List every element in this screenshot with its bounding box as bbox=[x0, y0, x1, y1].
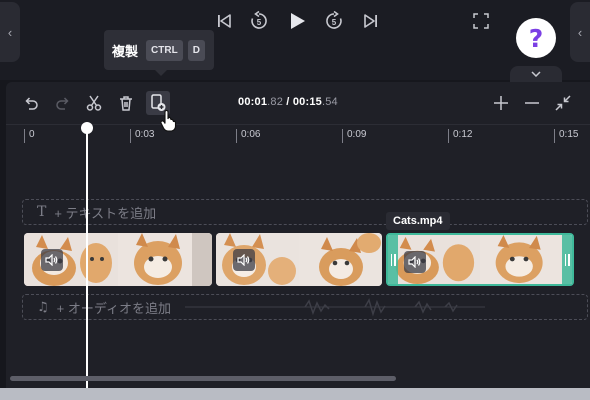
fullscreen-icon[interactable] bbox=[470, 8, 492, 34]
current-time-fraction: .82 bbox=[267, 96, 284, 108]
shortcut-key-d: D bbox=[187, 39, 205, 61]
player-bar: ‹ ‹ 5 5 ? bbox=[0, 0, 590, 82]
redo-icon bbox=[52, 92, 74, 114]
clip-thumbnail bbox=[216, 233, 299, 286]
play-button[interactable] bbox=[285, 8, 309, 34]
undo-icon[interactable] bbox=[20, 92, 42, 114]
split-icon[interactable] bbox=[83, 92, 105, 114]
skip-forward-icon[interactable] bbox=[360, 8, 382, 34]
ruler-label: 0:09 bbox=[342, 129, 366, 143]
audio-waveform-placeholder bbox=[184, 298, 485, 317]
clip-audio-button[interactable] bbox=[233, 249, 255, 271]
add-text-label: + テキストを追加 bbox=[54, 205, 157, 221]
chevron-left-icon: ‹ bbox=[7, 24, 13, 40]
zoom-in-icon[interactable] bbox=[490, 92, 512, 114]
right-panel-toggle[interactable]: ‹ bbox=[570, 2, 590, 62]
volume-icon bbox=[45, 254, 58, 266]
zoom-out-icon[interactable] bbox=[521, 92, 543, 114]
video-clip[interactable] bbox=[24, 233, 212, 286]
shortcut-key-ctrl: CTRL bbox=[146, 39, 183, 61]
timecode-display: 00:01.82 / 00:15.54 bbox=[238, 96, 338, 108]
collapse-player-button[interactable] bbox=[510, 66, 562, 82]
chevron-left-icon: ‹ bbox=[577, 24, 583, 40]
trim-handle-left[interactable] bbox=[388, 235, 398, 284]
timeline-panel: 00:01.82 / 00:15.54 0 0:03 0:06 0:09 0:1… bbox=[6, 82, 590, 388]
ruler-label: 0:03 bbox=[130, 129, 154, 143]
volume-icon bbox=[408, 256, 421, 268]
trim-handle-right[interactable] bbox=[562, 235, 572, 284]
add-audio-label: + オーディオを追加 bbox=[56, 300, 171, 316]
time-ruler[interactable]: 0 0:03 0:06 0:09 0:12 0:15 bbox=[6, 124, 590, 148]
forward-seconds-label: 5 bbox=[332, 18, 337, 27]
help-button[interactable]: ? bbox=[516, 18, 556, 58]
video-clip-selected[interactable] bbox=[386, 233, 574, 286]
play-icon bbox=[291, 13, 305, 29]
clip-name-tooltip: Cats.mp4 bbox=[386, 212, 450, 230]
chevron-down-icon bbox=[531, 71, 541, 77]
ruler-label: 0 bbox=[24, 129, 35, 143]
ruler-label: 0:15 bbox=[554, 129, 578, 143]
playhead[interactable] bbox=[86, 128, 88, 388]
tooltip-label: 複製 bbox=[112, 43, 139, 59]
clip-thumbnail bbox=[480, 235, 572, 284]
audio-track-add[interactable]: ♫ + オーディオを追加 bbox=[22, 294, 588, 320]
timecode-separator: / bbox=[283, 96, 293, 108]
help-icon: ? bbox=[528, 23, 544, 53]
rewind-seconds-label: 5 bbox=[257, 18, 262, 27]
clip-audio-button[interactable] bbox=[404, 251, 426, 273]
left-panel-toggle[interactable]: ‹ bbox=[0, 2, 20, 62]
total-time: 00:15 bbox=[292, 96, 322, 108]
timeline-toolbar: 00:01.82 / 00:15.54 bbox=[6, 82, 590, 124]
fit-timeline-icon[interactable] bbox=[552, 92, 574, 114]
clip-thumbnail bbox=[388, 235, 480, 284]
text-icon: T bbox=[37, 204, 47, 220]
volume-icon bbox=[237, 254, 250, 266]
timeline-scrollbar[interactable] bbox=[10, 376, 396, 381]
total-time-fraction: .54 bbox=[321, 96, 338, 108]
hand-pointer-icon bbox=[160, 109, 178, 137]
current-time: 00:01 bbox=[238, 96, 268, 108]
clip-thumbnail bbox=[299, 233, 382, 286]
window-bottom-strip bbox=[0, 388, 590, 400]
text-track-add[interactable]: T + テキストを追加 bbox=[22, 199, 588, 225]
music-note-icon: ♫ bbox=[37, 299, 49, 315]
video-clip[interactable] bbox=[216, 233, 382, 286]
ruler-label: 0:12 bbox=[448, 129, 472, 143]
ruler-label: 0:06 bbox=[236, 129, 260, 143]
rewind-5-icon[interactable]: 5 bbox=[248, 8, 270, 34]
duplicate-tooltip: 複製 CTRL D bbox=[104, 30, 214, 76]
clip-thumbnail bbox=[118, 233, 212, 286]
delete-icon[interactable] bbox=[115, 92, 137, 114]
forward-5-icon[interactable]: 5 bbox=[323, 8, 345, 34]
clip-thumbnail bbox=[24, 233, 118, 286]
clip-audio-button[interactable] bbox=[41, 249, 63, 271]
skip-back-icon[interactable] bbox=[213, 8, 235, 34]
